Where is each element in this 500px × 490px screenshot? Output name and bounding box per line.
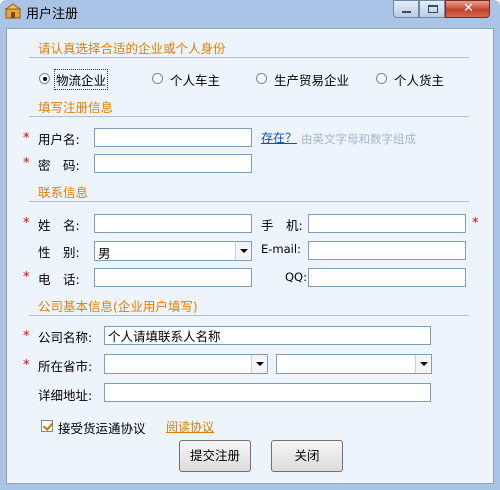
address-label: 详细地址: — [38, 388, 93, 403]
username-hint: 由英文字母和数字组成 — [301, 132, 416, 146]
chevron-down-icon[interactable] — [415, 355, 431, 373]
radio-logistics[interactable] — [39, 73, 50, 84]
password-input[interactable] — [94, 154, 252, 173]
maximize-button[interactable] — [419, 0, 445, 18]
register-heading: 填写注册信息 — [38, 100, 114, 115]
required-mark: * — [23, 156, 30, 171]
close-icon: ✕ — [463, 1, 474, 16]
radio-trade-enterprise[interactable] — [256, 73, 267, 84]
required-mark: * — [23, 329, 30, 344]
check-exists-link[interactable]: 存在？ — [261, 129, 297, 146]
required-mark: * — [472, 216, 479, 231]
identity-heading: 请认真选择合适的企业或个人身份 — [38, 41, 226, 56]
gender-value: 男 — [98, 246, 111, 261]
close-window-button[interactable]: ✕ — [445, 0, 490, 18]
minimize-button[interactable] — [393, 0, 419, 18]
close-button[interactable]: 关闭 — [271, 440, 343, 472]
email-input[interactable] — [308, 241, 466, 260]
chevron-down-icon[interactable] — [251, 355, 267, 373]
radio-cargo-owner-label[interactable]: 个人货主 — [394, 70, 444, 89]
read-agreement-link[interactable]: 阅读协议 — [166, 418, 214, 435]
radio-trade-enterprise-label[interactable]: 生产贸易企业 — [274, 70, 349, 89]
register-window: 用户注册 ✕ 请认真选择合适的企业或个人身份 物流企业 个人车主 生产贸易企业 … — [0, 0, 500, 490]
form-panel: 请认真选择合适的企业或个人身份 物流企业 个人车主 生产贸易企业 个人货主 填写… — [6, 28, 494, 484]
name-input[interactable] — [94, 214, 252, 233]
radio-cargo-owner[interactable] — [376, 73, 387, 84]
minimize-icon — [402, 11, 411, 13]
qq-input[interactable] — [308, 268, 466, 287]
company-name-label: 公司名称: — [38, 330, 93, 345]
qq-label: QQ: — [285, 270, 307, 284]
gender-label: 性 别: — [38, 245, 80, 260]
required-mark: * — [23, 131, 30, 146]
divider — [29, 315, 469, 316]
divider — [29, 116, 469, 117]
email-label: E-mail: — [261, 242, 301, 256]
username-input[interactable] — [94, 128, 252, 147]
address-input[interactable] — [104, 383, 431, 402]
phone-input[interactable] — [94, 268, 252, 287]
radio-vehicle-owner-label[interactable]: 个人车主 — [170, 70, 220, 89]
agreement-checkbox[interactable] — [41, 420, 53, 432]
gender-select[interactable]: 男 — [94, 241, 252, 261]
radio-logistics-label[interactable]: 物流企业 — [54, 69, 109, 90]
radio-vehicle-owner[interactable] — [152, 73, 163, 84]
divider — [29, 57, 469, 58]
mobile-input[interactable] — [308, 214, 466, 233]
agreement-label[interactable]: 接受货运通协议 — [58, 418, 146, 437]
required-mark: * — [23, 216, 30, 231]
divider — [29, 201, 469, 202]
app-icon — [5, 3, 21, 19]
company-name-input[interactable] — [104, 326, 431, 345]
mobile-label: 手 机: — [261, 218, 303, 233]
window-title: 用户注册 — [26, 7, 79, 22]
name-label: 姓 名: — [38, 218, 80, 233]
title-bar[interactable]: 用户注册 ✕ — [0, 0, 500, 22]
password-label: 密 码: — [38, 158, 80, 173]
company-heading: 公司基本信息(企业用户填写) — [38, 299, 198, 314]
contact-heading: 联系信息 — [38, 185, 89, 200]
city-select[interactable] — [276, 354, 432, 374]
province-select[interactable] — [104, 354, 268, 374]
region-label: 所在省市: — [38, 359, 93, 374]
required-mark: * — [23, 358, 30, 373]
phone-label: 电 话: — [38, 272, 80, 287]
maximize-icon — [428, 5, 438, 13]
chevron-down-icon[interactable] — [235, 242, 251, 260]
required-mark: * — [23, 270, 30, 285]
username-label: 用户名: — [38, 132, 80, 147]
submit-button[interactable]: 提交注册 — [179, 440, 251, 472]
